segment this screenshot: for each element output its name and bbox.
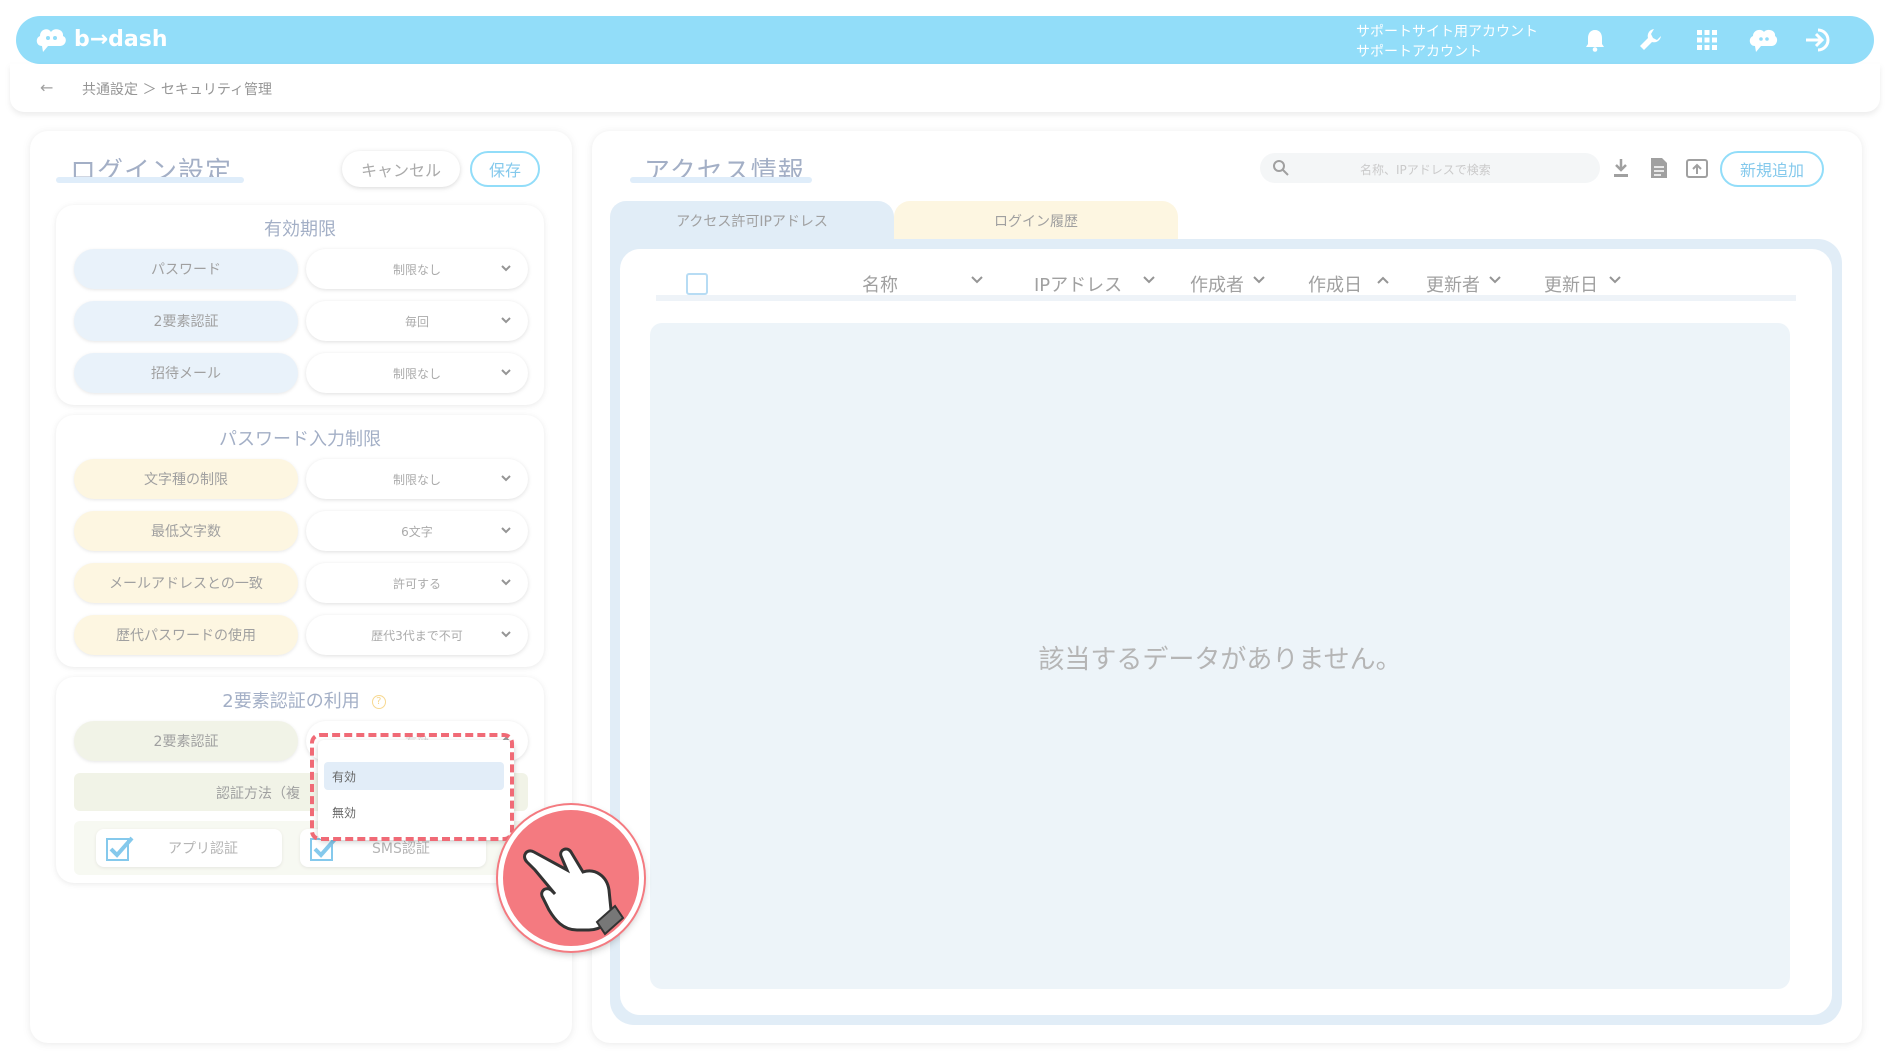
highlight-frame <box>310 733 514 841</box>
logo-cloud-icon <box>34 24 68 54</box>
select-value: 制限なし <box>392 262 441 277</box>
sort-chevron-up-icon <box>1377 276 1389 284</box>
sort-chevron-down-icon <box>1489 276 1501 284</box>
table-frame: 名称 IPアドレス 作成者 作成日 更新者 更新日 該当するデータがありません。 <box>610 239 1842 1025</box>
expiry-row: パスワード 制限なし <box>74 249 528 289</box>
select-value: 歴代3代まで不可 <box>371 628 463 643</box>
select-value: 制限なし <box>392 472 441 487</box>
document-icon[interactable] <box>1646 155 1672 181</box>
select-value: 毎回 <box>404 314 429 329</box>
chevron-down-icon <box>501 369 511 376</box>
two-factor-expiry-select[interactable]: 毎回 <box>306 301 528 341</box>
row-label: メールアドレスとの一致 <box>74 563 298 603</box>
chevron-down-icon <box>501 265 511 272</box>
sms-auth-label: SMS認証 <box>372 841 430 857</box>
chat-icon[interactable] <box>1748 25 1778 55</box>
invite-mail-expiry-select[interactable]: 制限なし <box>306 353 528 393</box>
row-label: 文字種の制限 <box>74 459 298 499</box>
top-bar: b→dash サポートサイト用アカウント サポートアカウント <box>16 16 1874 64</box>
sort-chevron-down-icon <box>971 276 983 284</box>
account-line2: サポートアカウント <box>1356 44 1482 60</box>
expiry-row: 2要素認証 毎回 <box>74 301 528 341</box>
row-label: 最低文字数 <box>74 511 298 551</box>
table-container: 名称 IPアドレス 作成者 作成日 更新者 更新日 該当するデータがありません。 <box>620 249 1832 1015</box>
row-label: 2要素認証 <box>74 721 298 761</box>
logout-icon[interactable] <box>1804 25 1834 55</box>
logo[interactable]: b→dash <box>34 24 168 54</box>
expiry-title: 有効期限 <box>256 215 344 243</box>
tab-login-history[interactable]: ログイン履歴 <box>894 201 1178 241</box>
column-header-updated[interactable]: 更新日 <box>1544 271 1598 297</box>
app-auth-label: アプリ認証 <box>168 841 238 857</box>
two-factor-title: 2要素認証の利用 <box>214 687 369 715</box>
tab-allowed-ip[interactable]: アクセス許可IPアドレス <box>610 201 894 241</box>
logo-text: b→dash <box>74 26 168 52</box>
email-match-select[interactable]: 許可する <box>306 563 528 603</box>
expiry-section: 有効期限 パスワード 制限なし 2要素認証 毎回 招待メール 制限なし <box>56 205 544 405</box>
download-icon[interactable] <box>1608 155 1634 181</box>
chevron-down-icon <box>501 579 511 586</box>
title-underline <box>56 177 244 183</box>
column-header-ip[interactable]: IPアドレス <box>1034 271 1122 297</box>
char-type-select[interactable]: 制限なし <box>306 459 528 499</box>
empty-state: 該当するデータがありません。 <box>650 323 1790 989</box>
auth-method-label: 認証方法（複 <box>216 786 300 802</box>
password-rule-row: メールアドレスとの一致 許可する <box>74 563 528 603</box>
select-value: 許可する <box>392 576 441 591</box>
select-value: 6文字 <box>401 524 433 539</box>
sort-chevron-down-icon <box>1609 276 1621 284</box>
row-label: 招待メール <box>74 353 298 393</box>
chevron-down-icon <box>501 475 511 482</box>
empty-message: 該当するデータがありません。 <box>1038 645 1402 675</box>
password-rule-row: 文字種の制限 制限なし <box>74 459 528 499</box>
column-header-created[interactable]: 作成日 <box>1308 271 1362 297</box>
access-info-panel: アクセス情報 名称、IPアドレスで検索 新規追加 アクセス許可IPアドレス ログ… <box>592 131 1862 1043</box>
cancel-button[interactable]: キャンセル <box>342 151 460 187</box>
bell-icon[interactable] <box>1580 25 1610 55</box>
breadcrumb[interactable]: 共通設定 ＞ セキュリティ管理 <box>82 79 272 99</box>
min-length-select[interactable]: 6文字 <box>306 511 528 551</box>
password-rule-row: 最低文字数 6文字 <box>74 511 528 551</box>
select-value: 制限なし <box>392 366 441 381</box>
breadcrumb-bar: ← 共通設定 ＞ セキュリティ管理 <box>10 64 1880 112</box>
password-expiry-select[interactable]: 制限なし <box>306 249 528 289</box>
search-placeholder: 名称、IPアドレスで検索 <box>1360 163 1491 177</box>
upload-icon[interactable] <box>1684 155 1710 181</box>
password-rule-row: 歴代パスワードの使用 歴代3代まで不可 <box>74 615 528 655</box>
add-new-button[interactable]: 新規追加 <box>1720 151 1824 187</box>
password-rules-title: パスワード入力制限 <box>211 425 389 453</box>
pointing-hand-icon <box>498 805 644 951</box>
back-arrow-icon[interactable]: ← <box>40 78 53 97</box>
chevron-down-icon <box>501 527 511 534</box>
row-label: パスワード <box>74 249 298 289</box>
search-icon <box>1273 160 1289 176</box>
login-settings-panel: ログイン設定 キャンセル 保存 有効期限 パスワード 制限なし 2要素認証 毎回… <box>30 131 572 1043</box>
app-auth-checkbox[interactable]: アプリ認証 <box>96 829 282 867</box>
column-header-updater[interactable]: 更新者 <box>1426 271 1480 297</box>
sort-chevron-down-icon <box>1143 276 1155 284</box>
history-select[interactable]: 歴代3代まで不可 <box>306 615 528 655</box>
chevron-down-icon <box>501 631 511 638</box>
password-rules-section: パスワード入力制限 文字種の制限 制限なし 最低文字数 6文字 メールアドレスと… <box>56 415 544 667</box>
table-header: 名称 IPアドレス 作成者 作成日 更新者 更新日 <box>656 259 1796 301</box>
column-header-creator[interactable]: 作成者 <box>1190 271 1244 297</box>
wrench-icon[interactable] <box>1636 25 1666 55</box>
sort-chevron-down-icon <box>1253 276 1265 284</box>
title-underline <box>630 177 812 183</box>
search-input[interactable]: 名称、IPアドレスで検索 <box>1260 153 1600 183</box>
expiry-row: 招待メール 制限なし <box>74 353 528 393</box>
chevron-down-icon <box>501 317 511 324</box>
help-icon[interactable]: ? <box>371 695 386 709</box>
account-line1: サポートサイト用アカウント <box>1356 24 1538 40</box>
row-label: 2要素認証 <box>74 301 298 341</box>
checkbox-checked-icon <box>106 836 134 861</box>
save-button[interactable]: 保存 <box>470 151 540 187</box>
grid-icon[interactable] <box>1692 25 1722 55</box>
row-label: 歴代パスワードの使用 <box>74 615 298 655</box>
column-header-name[interactable]: 名称 <box>862 271 898 297</box>
account-info[interactable]: サポートサイト用アカウント サポートアカウント <box>1356 22 1538 62</box>
